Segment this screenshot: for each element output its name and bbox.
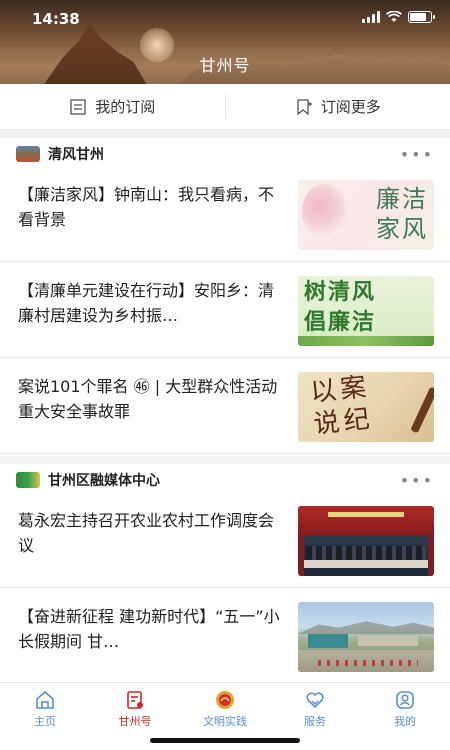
subscription-bar: 我的订阅 订阅更多 bbox=[0, 84, 450, 130]
list-item[interactable]: 【廉洁家风】钟南山：我只看病，不看背景 廉洁 家风 bbox=[0, 170, 450, 262]
media-center-logo-icon bbox=[16, 472, 40, 488]
thumbnail-caption: 树清风 倡廉洁 bbox=[304, 280, 377, 335]
status-icons bbox=[362, 11, 435, 23]
photo-flags bbox=[318, 660, 418, 666]
photo-banner bbox=[328, 512, 404, 517]
list-icon bbox=[70, 98, 86, 115]
photo-building bbox=[358, 636, 418, 646]
more-options-icon[interactable]: ••• bbox=[400, 471, 434, 490]
thumbnail-caption: 廉洁 家风 bbox=[376, 185, 428, 243]
subscribe-more-button[interactable]: 订阅更多 bbox=[226, 84, 450, 129]
more-options-icon[interactable]: ••• bbox=[400, 145, 434, 164]
grass-decoration bbox=[298, 336, 434, 346]
article-title: 案说101个罪名 ㊻ | 大型群众性活动重大安全事故罪 bbox=[18, 377, 278, 421]
list-item[interactable]: 案说101个罪名 ㊻ | 大型群众性活动重大安全事故罪 以案 说纪 bbox=[0, 362, 450, 454]
tab-label: 我的 bbox=[394, 715, 416, 728]
list-item[interactable]: 【清廉单元建设在行动】安阳乡：清廉村居建设为乡村振… 树清风 倡廉洁 bbox=[0, 266, 450, 358]
brush-icon bbox=[410, 386, 434, 434]
blossom-decoration bbox=[302, 184, 346, 240]
my-subscriptions-label: 我的订阅 bbox=[95, 98, 156, 116]
add-bookmark-icon bbox=[297, 98, 312, 115]
list-item[interactable]: 【奋进新征程 建功新时代】“五一”小长假期间 甘… bbox=[0, 592, 450, 684]
article-thumbnail bbox=[298, 602, 434, 672]
page-title: 甘州号 bbox=[199, 56, 251, 75]
battery-icon bbox=[408, 11, 435, 23]
photo-building bbox=[308, 634, 348, 648]
photo-attendees bbox=[306, 546, 426, 560]
article-thumbnail bbox=[298, 506, 434, 576]
status-time: 14:38 bbox=[32, 10, 80, 28]
home-icon bbox=[36, 690, 54, 709]
article-title: 【廉洁家风】钟南山：我只看病，不看背景 bbox=[18, 185, 275, 229]
tab-label: 服务 bbox=[304, 715, 326, 728]
section-separator bbox=[0, 456, 450, 464]
photo-hills bbox=[298, 621, 434, 634]
article-title: 【清廉单元建设在行动】安阳乡：清廉村居建设为乡村振… bbox=[18, 281, 275, 325]
tab-label: 甘州号 bbox=[118, 715, 152, 728]
tab-label: 文明实践 bbox=[203, 715, 247, 728]
header-banner: 14:38 甘州号 bbox=[0, 0, 450, 84]
photo-desk bbox=[304, 560, 428, 568]
thumbnail-caption: 以案 说纪 bbox=[308, 372, 376, 440]
user-icon bbox=[396, 691, 414, 709]
my-subscriptions-button[interactable]: 我的订阅 bbox=[0, 84, 225, 129]
photo-backdrop bbox=[298, 506, 434, 534]
article-thumbnail: 树清风 倡廉洁 bbox=[298, 276, 434, 346]
section-title: 甘州区融媒体中心 bbox=[48, 473, 160, 489]
signal-icon bbox=[362, 11, 380, 23]
list-item[interactable]: 葛永宏主持召开农业农村工作调度会议 bbox=[0, 496, 450, 588]
wifi-icon bbox=[386, 11, 402, 22]
article-thumbnail: 以案 说纪 bbox=[298, 372, 434, 442]
home-indicator[interactable] bbox=[150, 738, 300, 743]
section-title: 清风甘州 bbox=[48, 147, 104, 163]
section-header-qingfeng[interactable]: 清风甘州 ••• bbox=[0, 138, 450, 170]
section-header-media-center[interactable]: 甘州区融媒体中心 ••• bbox=[0, 464, 450, 496]
civilization-emblem-icon bbox=[216, 691, 234, 709]
tab-label: 主页 bbox=[34, 715, 56, 728]
qingfeng-logo-icon bbox=[16, 146, 40, 162]
section-separator bbox=[0, 130, 450, 138]
document-icon bbox=[127, 691, 143, 709]
heart-hands-icon bbox=[306, 692, 324, 709]
article-title: 【奋进新征程 建功新时代】“五一”小长假期间 甘… bbox=[18, 607, 280, 651]
tab-home[interactable]: 主页 bbox=[0, 683, 90, 750]
tab-my[interactable]: 我的 bbox=[360, 683, 450, 750]
article-thumbnail: 廉洁 家风 bbox=[298, 180, 434, 250]
article-title: 葛永宏主持召开农业农村工作调度会议 bbox=[18, 511, 275, 555]
subscribe-more-label: 订阅更多 bbox=[320, 98, 381, 116]
